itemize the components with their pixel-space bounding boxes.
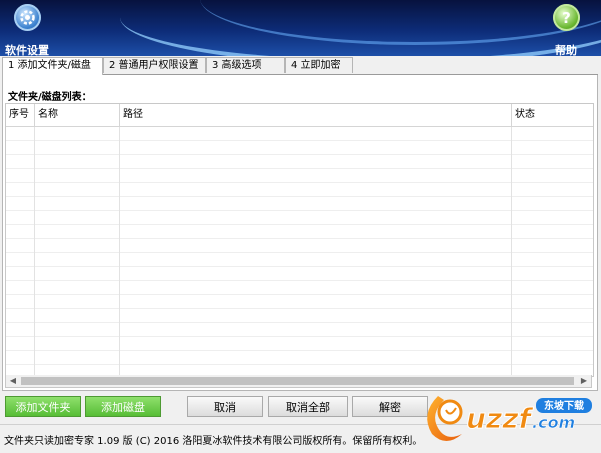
- svg-text:.com: .com: [532, 413, 575, 432]
- tab-add-folder-disk[interactable]: 1 添加文件夹/磁盘: [2, 57, 103, 75]
- help-button[interactable]: ? 帮助: [541, 4, 591, 56]
- table-rows-area[interactable]: [6, 127, 593, 376]
- help-label: 帮助: [555, 44, 577, 56]
- column-divider: [119, 104, 120, 376]
- scroll-left-icon[interactable]: ◀: [6, 375, 20, 387]
- title-header: 软件设置 ? 帮助: [0, 0, 601, 56]
- cancel-all-button[interactable]: 取消全部: [268, 396, 348, 417]
- column-divider: [511, 104, 512, 376]
- tab-user-permissions[interactable]: 2 普通用户权限设置: [103, 57, 206, 73]
- column-header-name[interactable]: 名称: [35, 104, 120, 126]
- gear-icon: [14, 4, 41, 31]
- folder-disk-list-title: 文件夹/磁盘列表：: [8, 92, 92, 103]
- software-settings-label: 软件设置: [5, 44, 49, 56]
- svg-text:?: ?: [562, 9, 571, 27]
- svg-text:uzzf: uzzf: [466, 402, 535, 435]
- software-settings-button[interactable]: 软件设置: [2, 4, 52, 56]
- column-header-status[interactable]: 状态: [512, 104, 593, 126]
- column-header-path[interactable]: 路径: [120, 104, 512, 126]
- watermark-tag-text: 东坡下载: [544, 399, 584, 412]
- folder-disk-table[interactable]: 序号 名称 路径 状态: [5, 103, 594, 377]
- tab-advanced-options[interactable]: 3 高级选项: [206, 57, 285, 73]
- add-disk-button[interactable]: 添加磁盘: [85, 396, 161, 417]
- tab-encrypt-now[interactable]: 4 立即加密: [285, 57, 353, 73]
- add-folder-button[interactable]: 添加文件夹: [5, 396, 81, 417]
- cancel-button[interactable]: 取消: [187, 396, 263, 417]
- tab-bar: 1 添加文件夹/磁盘 2 普通用户权限设置 3 高级选项 4 立即加密: [2, 57, 598, 75]
- column-divider: [34, 104, 35, 376]
- question-icon: ?: [553, 4, 580, 31]
- column-header-index[interactable]: 序号: [6, 104, 35, 126]
- uzzf-watermark-logo: uzzf .com 东坡下载: [416, 384, 601, 450]
- copyright-text: 文件夹只读加密专家 1.09 版 (C) 2016 洛阳夏冰软件技术有限公司版权…: [4, 436, 423, 447]
- table-header: 序号 名称 路径 状态: [6, 104, 593, 127]
